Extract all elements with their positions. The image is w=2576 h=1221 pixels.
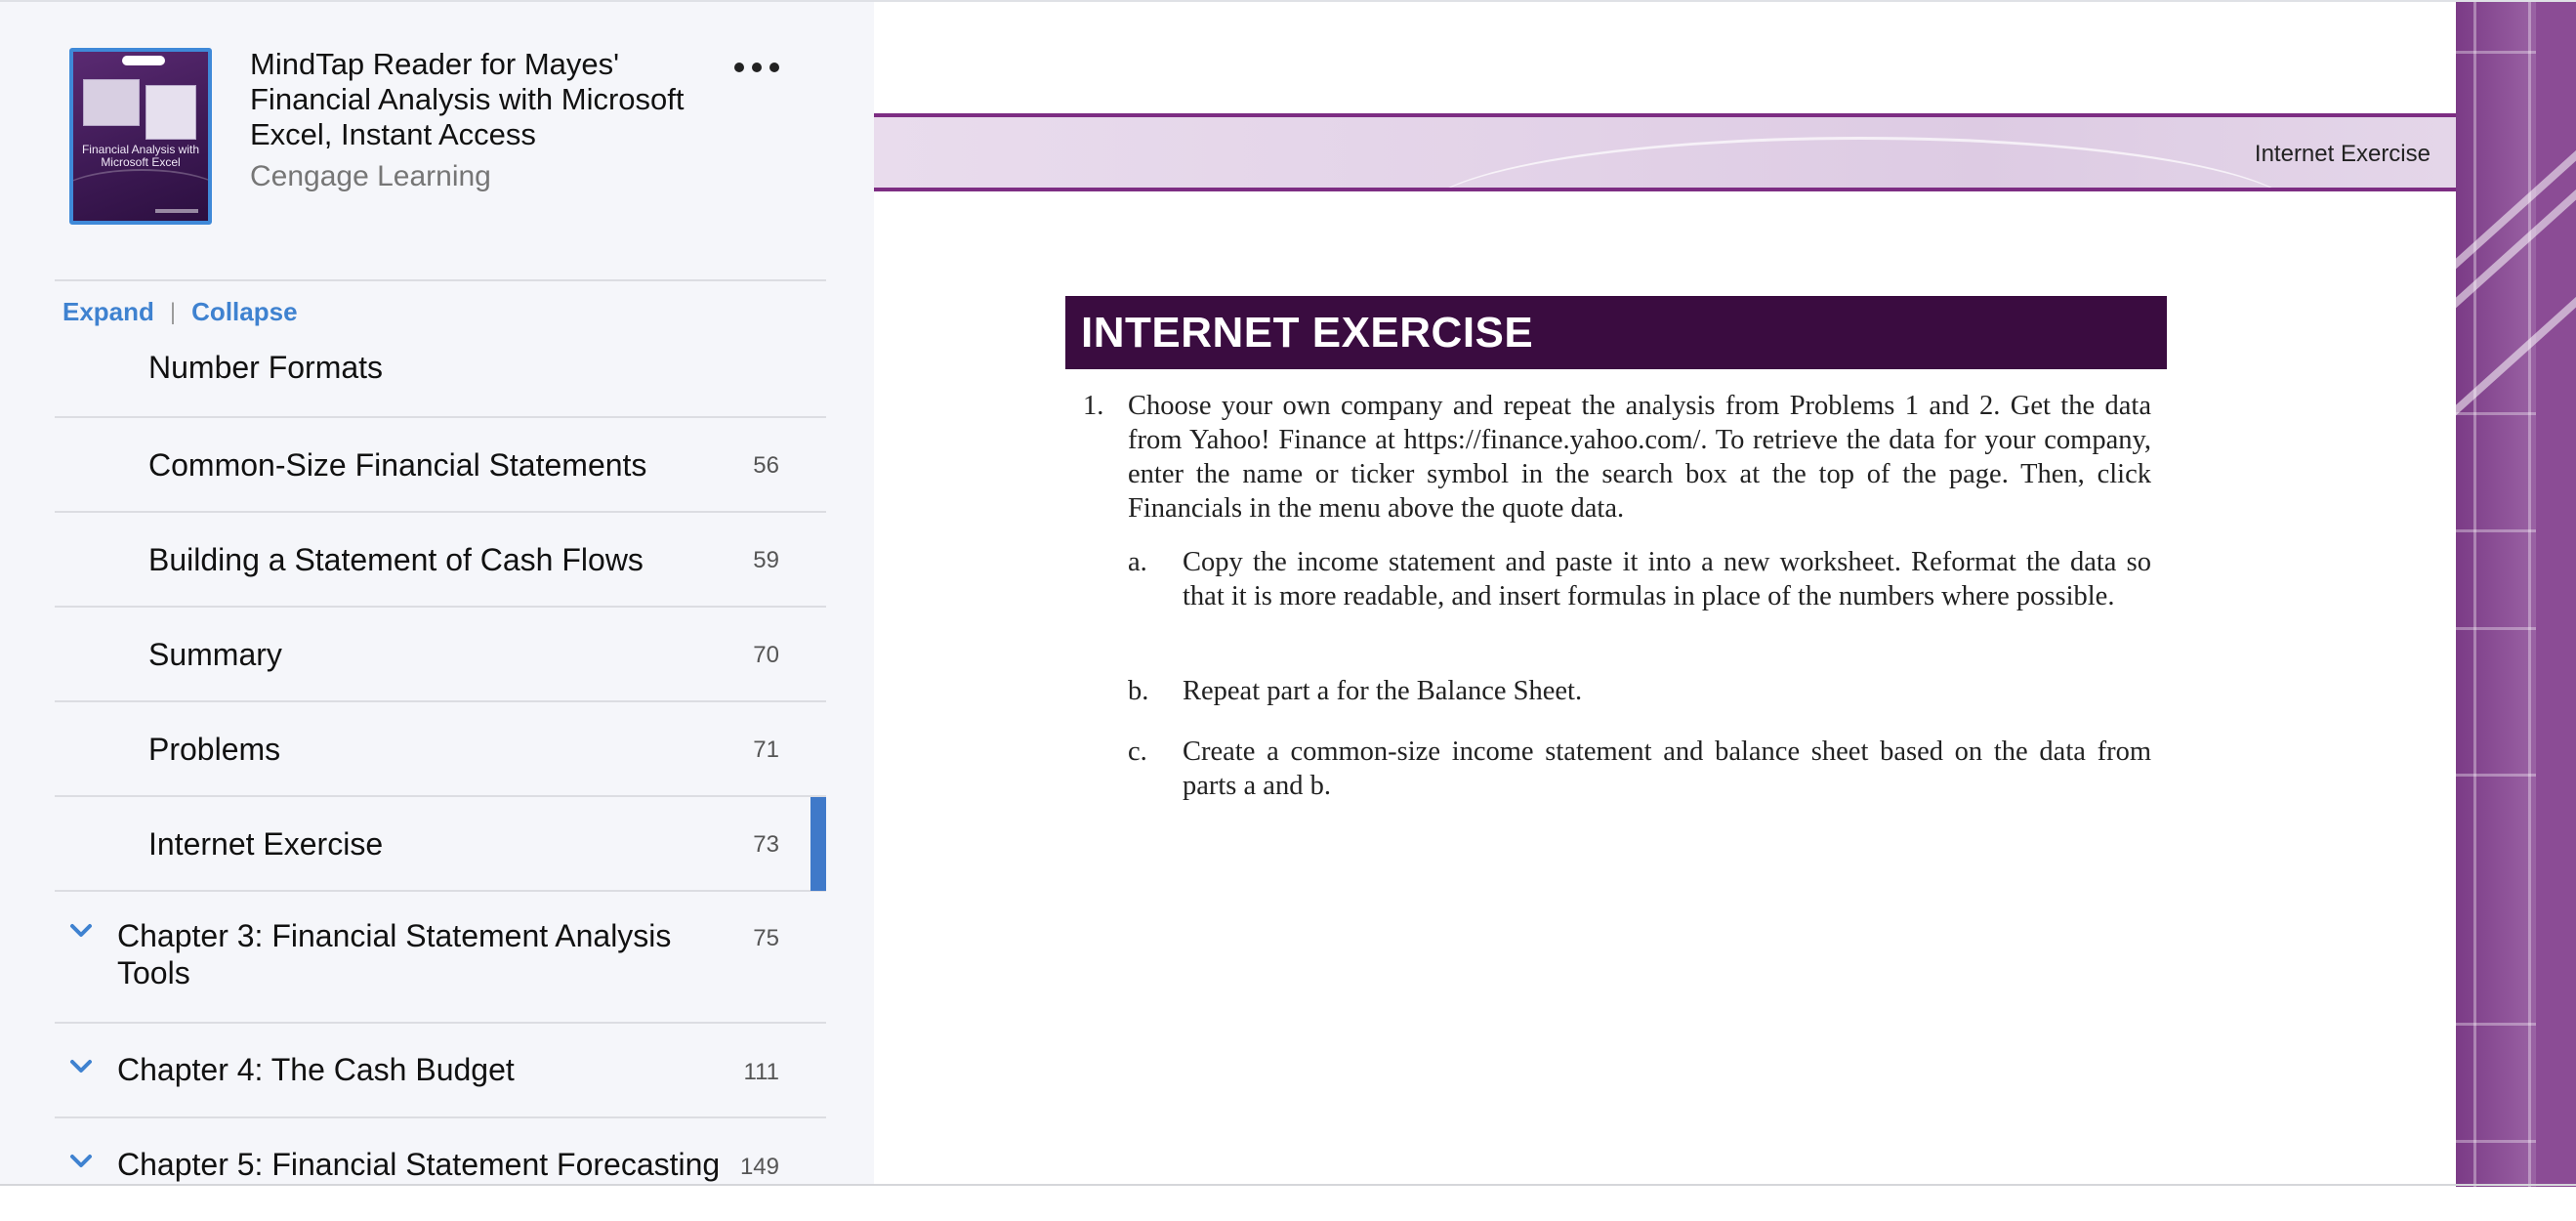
toc-item-page: 70 [753, 642, 779, 668]
toc-chapter-page: 111 [743, 1059, 779, 1085]
reader-page: Internet Exercise INTERNET EXERCISE 1. C… [874, 0, 2576, 1187]
toc-item-building-statement-of-cash-flows[interactable]: Building a Statement of Cash Flows 59 [55, 513, 826, 608]
collapse-all-link[interactable]: Collapse [191, 297, 297, 327]
separator: | [169, 298, 177, 325]
divider [55, 279, 826, 281]
toc-item-label: Number Formats [148, 350, 384, 385]
part-text: Repeat part a for the Balance Sheet. [1183, 676, 1583, 706]
active-item-indicator [810, 797, 826, 891]
toc-chapter-label: Chapter 5: Financial Statement Forecasti… [117, 1147, 721, 1182]
cover-author-line [155, 209, 198, 213]
cover-spreadsheet-graphic [83, 79, 140, 126]
toc-item-page: 73 [753, 831, 779, 858]
strip-line [2456, 529, 2536, 532]
toc-item-label: Problems [148, 732, 281, 767]
toc-item-page: 56 [753, 452, 779, 479]
strip-line [2456, 774, 2536, 777]
running-header-band: Internet Exercise [874, 113, 2456, 191]
bottom-divider [0, 1184, 2576, 1186]
running-header: Internet Exercise [2254, 141, 2431, 167]
strip-line [2473, 2, 2476, 1187]
toc-chapter-page: 149 [739, 1154, 779, 1180]
toc-item-number-formats[interactable]: Number Formats [55, 334, 826, 418]
question-number: 1. [1083, 391, 1104, 421]
toc-chapter-label: Chapter 4: The Cash Budget [117, 1052, 515, 1087]
expand-collapse-controls: Expand | Collapse [62, 297, 298, 327]
strip-panel [2456, 2, 2536, 1187]
strip-line [2528, 2, 2531, 1187]
cover-decoration [73, 169, 208, 221]
toc-item-label: Internet Exercise [148, 826, 384, 862]
toc-item-summary[interactable]: Summary 70 [55, 608, 826, 702]
strip-line [2456, 412, 2536, 415]
toc-item-page: 71 [753, 737, 779, 763]
strip-line [2456, 51, 2536, 54]
table-of-contents-sidebar: Financial Analysis with Microsoft Excel … [0, 0, 874, 1185]
toc-chapter-5[interactable]: Chapter 5: Financial Statement Forecasti… [55, 1118, 826, 1185]
book-header: Financial Analysis with Microsoft Excel … [0, 2, 874, 280]
toc-item-problems[interactable]: Problems 71 [55, 702, 826, 797]
decorative-swoosh [1421, 137, 2300, 188]
more-horizontal-icon [734, 63, 744, 72]
toc-item-page: 59 [753, 547, 779, 573]
strip-line [2456, 627, 2536, 630]
more-horizontal-icon [752, 63, 762, 72]
toc-chapter-label: Chapter 3: Financial Statement Analysis … [117, 918, 672, 990]
chevron-down-icon[interactable] [68, 1057, 94, 1076]
chevron-down-icon[interactable] [68, 1152, 94, 1171]
toc-chapter-page: 75 [753, 925, 779, 951]
strip-line [2456, 1140, 2536, 1143]
cover-title: Financial Analysis with Microsoft Excel [81, 143, 200, 169]
toc-list: Number Formats Common-Size Financial Sta… [55, 334, 826, 1185]
question-text: Choose your own company and repeat the a… [1128, 391, 2151, 524]
part-text: Create a common-size income statement an… [1183, 737, 2151, 801]
toc-item-label: Common-Size Financial Statements [148, 447, 647, 483]
toc-item-internet-exercise[interactable]: Internet Exercise 73 [55, 797, 826, 892]
book-cover-image[interactable]: Financial Analysis with Microsoft Excel [69, 48, 212, 225]
chevron-down-icon[interactable] [68, 921, 94, 941]
part-letter: c. [1128, 737, 1147, 767]
toc-item-label: Summary [148, 637, 282, 672]
book-publisher: Cengage Learning [250, 160, 491, 192]
more-options-button[interactable] [734, 55, 779, 80]
book-title: MindTap Reader for Mayes' Financial Anal… [250, 47, 685, 151]
toc-item-label: Building a Statement of Cash Flows [148, 542, 644, 577]
part-letter: a. [1128, 547, 1147, 577]
publisher-logo [122, 56, 165, 65]
toc-item-common-size-financial-statements[interactable]: Common-Size Financial Statements 56 [55, 418, 826, 513]
strip-line [2456, 1023, 2536, 1026]
section-heading: INTERNET EXERCISE [1065, 296, 2167, 369]
more-horizontal-icon [769, 63, 779, 72]
part-letter: b. [1128, 676, 1149, 706]
toc-chapter-4[interactable]: Chapter 4: The Cash Budget 111 [55, 1024, 826, 1118]
toc-chapter-3[interactable]: Chapter 3: Financial Statement Analysis … [55, 892, 826, 1024]
decorative-side-strip [2456, 2, 2576, 1187]
part-text: Copy the income statement and paste it i… [1183, 547, 2151, 611]
cover-spreadsheet-graphic [145, 85, 196, 140]
expand-all-link[interactable]: Expand [62, 297, 154, 327]
